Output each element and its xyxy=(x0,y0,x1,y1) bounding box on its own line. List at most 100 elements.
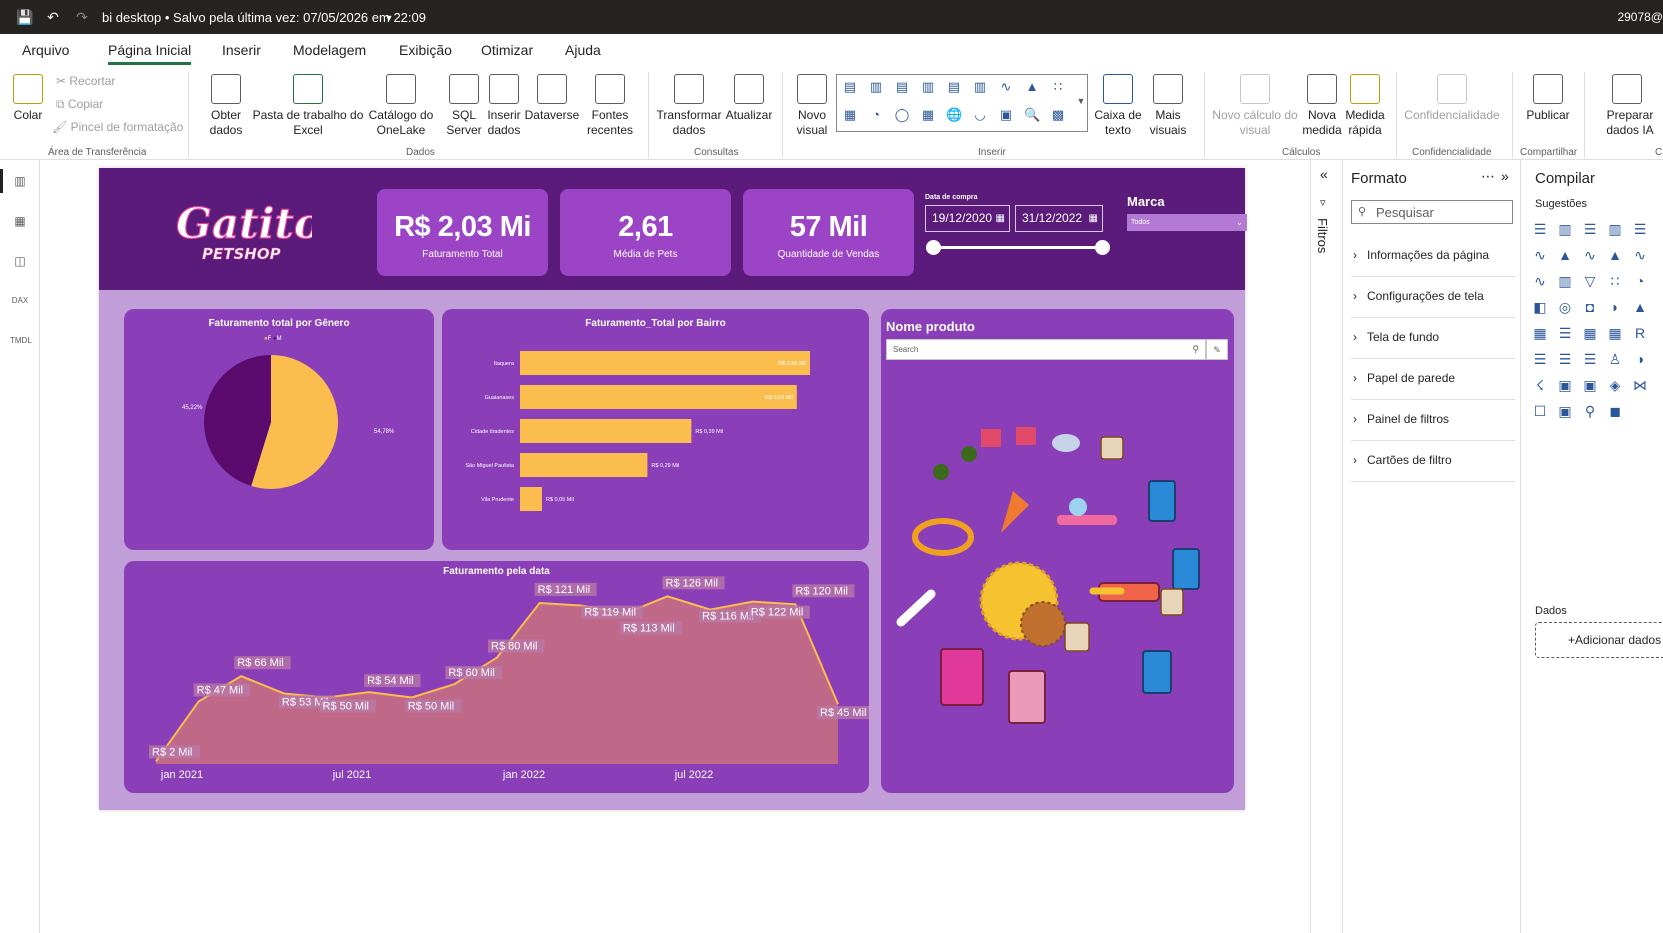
kpi-icon[interactable]: ▦ xyxy=(1606,324,1624,342)
card-icon[interactable]: ▣ xyxy=(998,107,1014,123)
new-visual-button[interactable]: Novo visual xyxy=(790,74,834,138)
user-account[interactable]: 29078@ xyxy=(1617,10,1663,24)
get-data-button[interactable]: Obter dados xyxy=(200,74,252,138)
tmdl-view-icon[interactable]: TMDL xyxy=(10,332,32,350)
filters-pane-label[interactable]: Filtros xyxy=(1315,218,1330,253)
bar-1[interactable] xyxy=(520,385,797,409)
text-box-button[interactable]: Caixa de texto xyxy=(1092,74,1144,138)
date-range-handle-end[interactable] xyxy=(1095,240,1110,255)
date-end-input[interactable]: 31/12/2022 ▦ xyxy=(1015,205,1103,232)
enter-data-button[interactable]: Inserir dados xyxy=(484,74,524,138)
line-column-icon[interactable]: ∿ xyxy=(1581,246,1599,264)
format-section-filter-pane[interactable]: › Painel de filtros xyxy=(1351,400,1515,441)
area-chart-icon[interactable]: ▲ xyxy=(1556,246,1574,264)
stacked-area-icon[interactable]: ▲ xyxy=(1606,246,1624,264)
quick-measure-button[interactable]: Medida rápida xyxy=(1342,74,1388,138)
more-options-icon[interactable]: ⋯ xyxy=(1481,168,1495,185)
scatter-icon[interactable]: ∷ xyxy=(1606,272,1624,290)
map-icon[interactable]: 🌐 xyxy=(946,107,962,123)
refresh-button[interactable]: Atualizar xyxy=(724,74,774,123)
tab-arquivo[interactable]: Arquivo xyxy=(22,42,69,58)
sql-server-button[interactable]: SQL Server xyxy=(444,74,484,138)
collapse-pane-icon[interactable]: » xyxy=(1501,168,1509,184)
chevron-down-icon[interactable]: ▼ xyxy=(381,10,397,26)
scatter-icon[interactable]: ∷ xyxy=(1050,79,1066,95)
ribbon-chart-icon[interactable]: ▦ xyxy=(842,107,858,123)
prepare-ai-button[interactable]: Preparar dados IA xyxy=(1592,74,1662,138)
brand-dropdown[interactable]: Todos ⌄ xyxy=(1127,214,1247,231)
clustered-bar-icon[interactable]: ☰ xyxy=(1581,220,1599,238)
narrative-icon[interactable]: ▣ xyxy=(1556,376,1574,394)
dataverse-button[interactable]: Dataverse xyxy=(524,74,580,123)
power-apps-icon[interactable]: ◈ xyxy=(1606,376,1624,394)
format-section-filter-cards[interactable]: › Cartões de filtro xyxy=(1351,441,1515,482)
stacked-bar-icon[interactable]: ▤ xyxy=(842,79,858,95)
slicer-icon[interactable]: ☰ xyxy=(1531,350,1549,368)
search-icon[interactable]: 🔍 xyxy=(1024,107,1040,123)
tab-pagina-inicial[interactable]: Página Inicial xyxy=(108,42,192,65)
bar-4[interactable] xyxy=(520,487,542,511)
copy-button[interactable]: ⧉ Copiar xyxy=(56,97,103,112)
tab-exibicao[interactable]: Exibição xyxy=(399,42,452,58)
100-bar-icon[interactable]: ☰ xyxy=(1631,220,1649,238)
table-view-icon[interactable]: ▦ xyxy=(10,212,30,230)
undo-icon[interactable]: ↶ xyxy=(45,9,61,25)
power-automate-icon[interactable]: ⋈ xyxy=(1631,376,1649,394)
format-section-page-info[interactable]: › Informações da página xyxy=(1351,236,1515,277)
chevron-down-icon[interactable]: ▼ xyxy=(1073,93,1089,109)
multi-row-card-icon[interactable]: ▦ xyxy=(1581,324,1599,342)
treemap-icon[interactable]: ▦ xyxy=(920,107,936,123)
stacked-bar-icon[interactable]: ☰ xyxy=(1531,220,1549,238)
excel-button[interactable]: Pasta de trabalho do Excel xyxy=(252,74,364,138)
clustered-column-icon[interactable]: ▥ xyxy=(920,79,936,95)
format-painter-button[interactable]: 🖌 Pincel de formatação xyxy=(52,120,183,134)
image-icon[interactable]: ▣ xyxy=(1556,402,1574,420)
donut-chart-icon[interactable]: ◯ xyxy=(894,107,910,123)
decomposition-icon[interactable]: ◑ xyxy=(1631,350,1649,368)
recent-sources-button[interactable]: Fontes recentes xyxy=(580,74,640,138)
pie-chart-icon[interactable]: ◔ xyxy=(1631,272,1649,290)
line-chart-icon[interactable]: ∿ xyxy=(998,79,1014,95)
format-search-input[interactable]: ⚲ Pesquisar xyxy=(1351,200,1513,224)
date-range-handle-start[interactable] xyxy=(926,240,941,255)
azure-map-icon[interactable]: ▲ xyxy=(1631,298,1649,316)
line-clustered-icon[interactable]: ∿ xyxy=(1531,272,1549,290)
search-icon[interactable]: ⚲ xyxy=(1581,402,1599,420)
clustered-column-icon[interactable]: ▥ xyxy=(1606,220,1624,238)
tab-ajuda[interactable]: Ajuda xyxy=(565,42,601,58)
format-section-wallpaper[interactable]: › Papel de parede xyxy=(1351,359,1515,400)
paginated-icon[interactable]: ▣ xyxy=(1581,376,1599,394)
shape-icon[interactable]: ◼ xyxy=(1606,402,1624,420)
line-chart-icon[interactable]: ∿ xyxy=(1531,246,1549,264)
gauge-icon[interactable]: ▦ xyxy=(1531,324,1549,342)
bar-0[interactable] xyxy=(520,351,810,375)
gauge-icon[interactable]: ◡ xyxy=(972,107,988,123)
model-view-icon[interactable]: ◫ xyxy=(10,252,30,270)
add-data-button[interactable]: +Adicionar dados xyxy=(1535,622,1663,658)
calendar-icon[interactable]: ▦ xyxy=(996,206,1005,231)
cut-button[interactable]: ✂ Recortar xyxy=(56,74,115,88)
save-icon[interactable]: 💾 xyxy=(16,9,33,25)
button-icon[interactable]: ☐ xyxy=(1531,402,1549,420)
matrix-icon[interactable]: ☰ xyxy=(1581,350,1599,368)
donut-chart-icon[interactable]: ◧ xyxy=(1531,298,1549,316)
funnel-icon[interactable]: ▽ xyxy=(1581,272,1599,290)
filter-icon[interactable]: ▿ xyxy=(1320,196,1326,209)
sensitivity-button[interactable]: Confidencialidade xyxy=(1402,74,1502,123)
date-start-input[interactable]: 19/12/2020 ▦ xyxy=(925,205,1010,232)
100-bar-icon[interactable]: ▤ xyxy=(946,79,962,95)
new-visual-calc-button[interactable]: Novo cálculo do visual xyxy=(1210,74,1300,138)
matrix-icon[interactable]: ▩ xyxy=(1050,107,1066,123)
transform-data-button[interactable]: Transformar dados xyxy=(656,74,722,138)
bar-2[interactable] xyxy=(520,419,692,443)
ribbon-chart-icon[interactable]: ∿ xyxy=(1631,246,1649,264)
tab-otimizar[interactable]: Otimizar xyxy=(481,42,533,58)
qa-icon[interactable]: ☇ xyxy=(1531,376,1549,394)
onelake-button[interactable]: Catálogo do OneLake xyxy=(364,74,438,138)
clustered-bar-icon[interactable]: ▤ xyxy=(894,79,910,95)
window-title[interactable]: bi desktop • Salvo pela última vez: 07/0… xyxy=(102,10,426,25)
stacked-column-icon[interactable]: ▥ xyxy=(868,79,884,95)
card-icon[interactable]: ☰ xyxy=(1556,324,1574,342)
new-measure-button[interactable]: Nova medida xyxy=(1302,74,1342,138)
visual-gallery[interactable]: ▤ ▥ ▤ ▥ ▤ ▥ ∿ ▲ ∷ ▦ ◔ ◯ ▦ 🌐 ◡ ▣ 🔍 ▩ ▼ xyxy=(836,74,1088,132)
